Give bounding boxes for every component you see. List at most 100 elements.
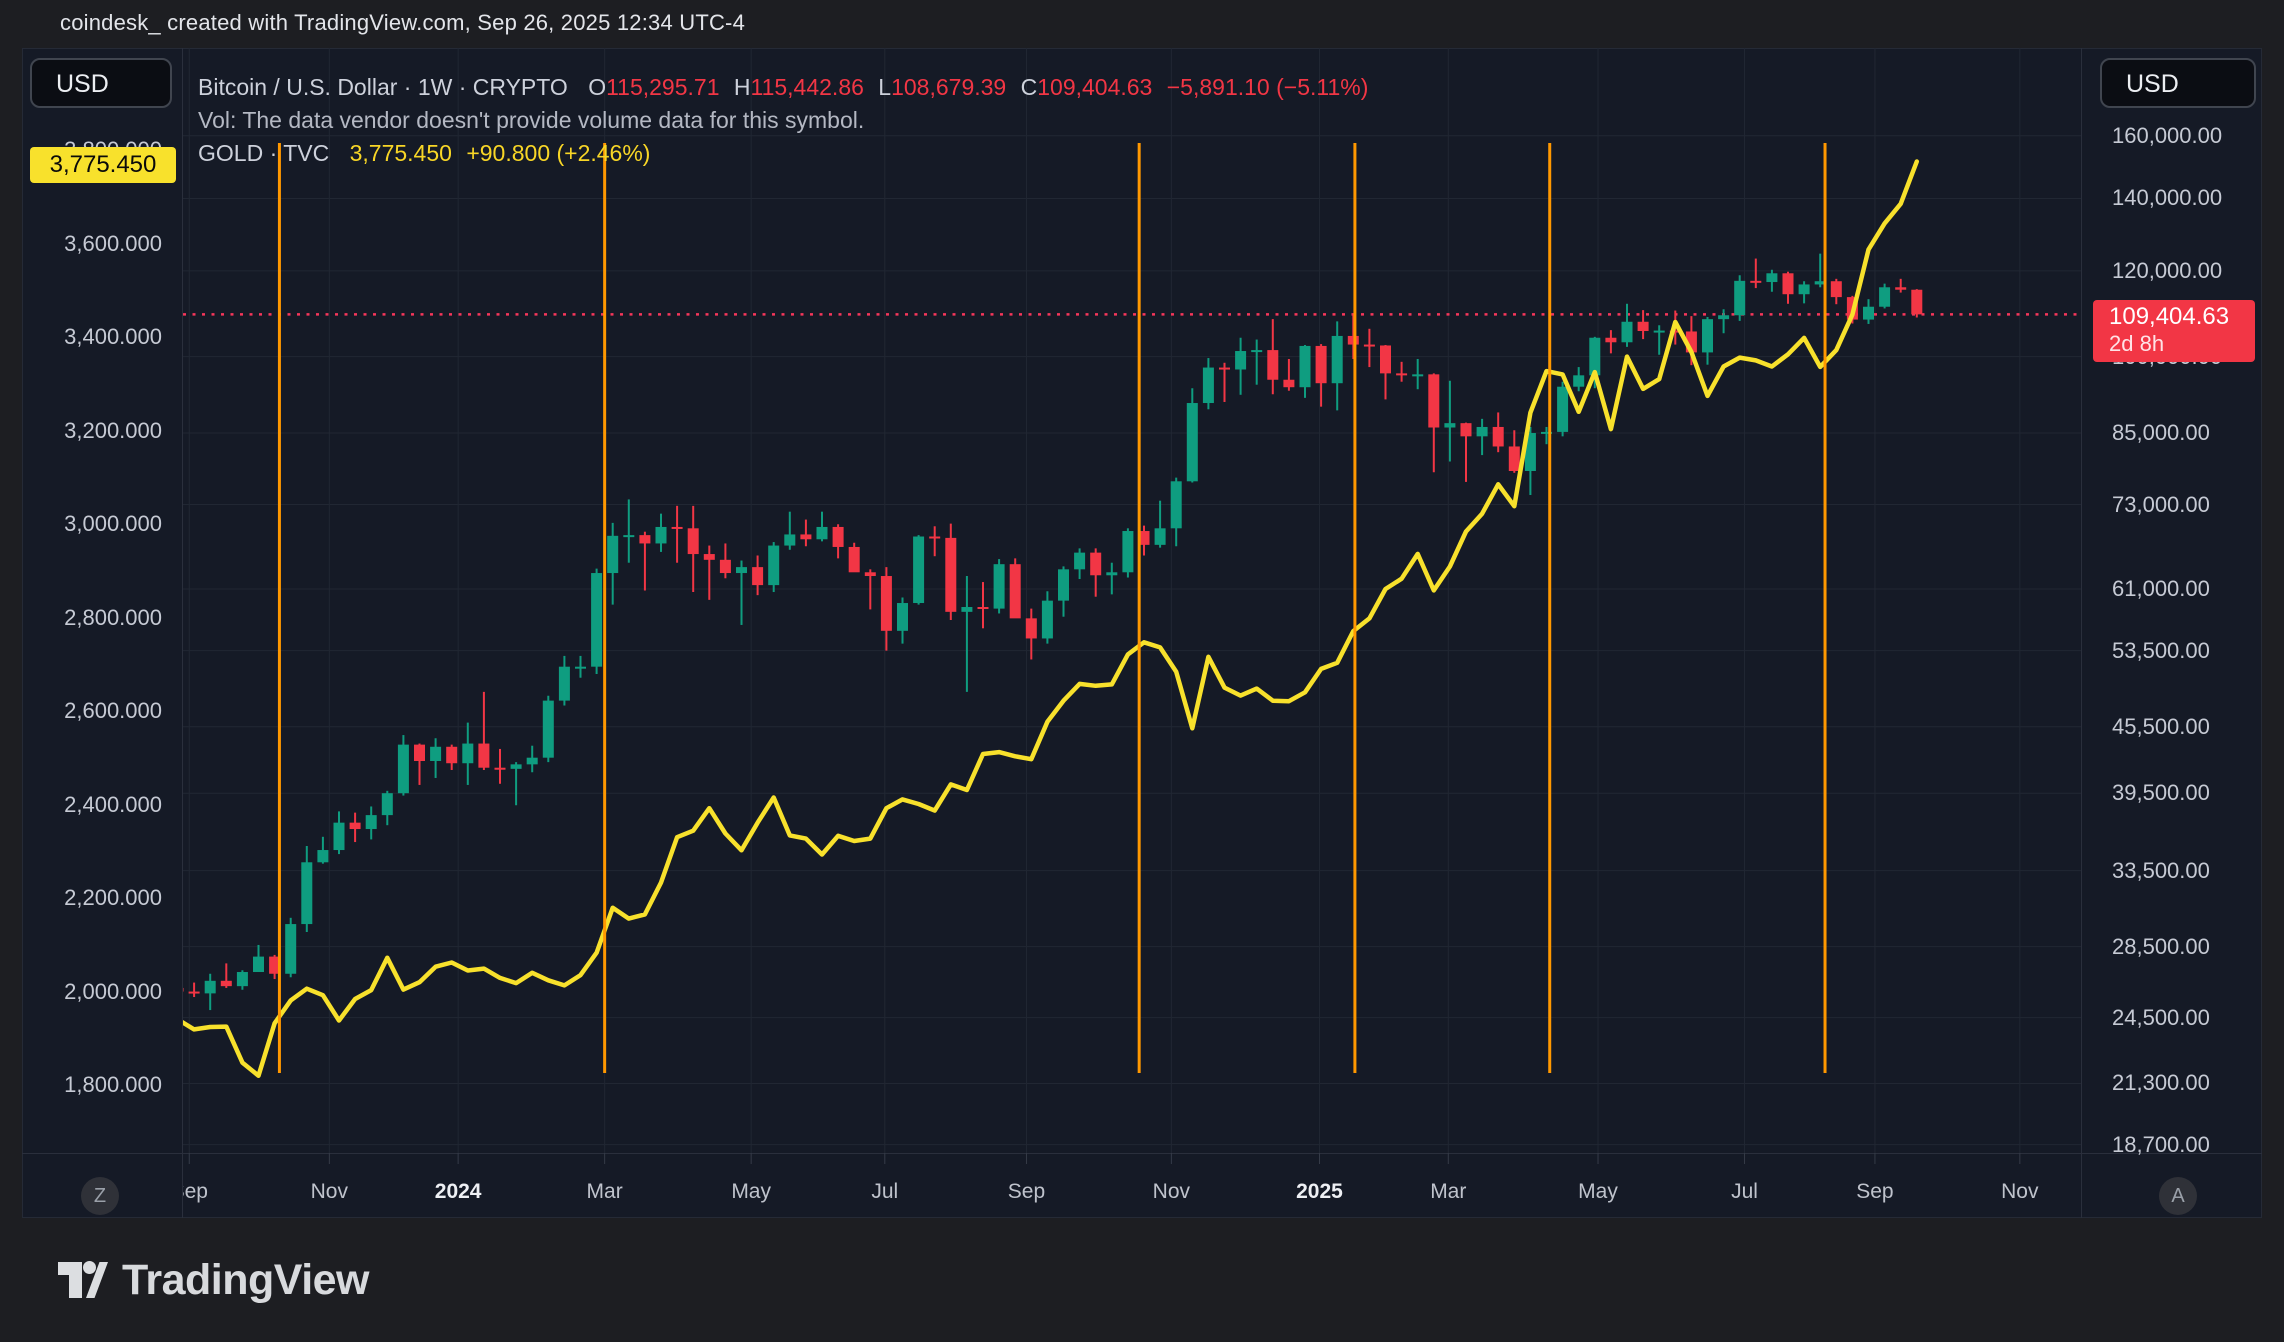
candle-body bbox=[945, 538, 956, 612]
candle-body bbox=[656, 527, 667, 543]
right-axis-currency-button[interactable]: USD bbox=[2100, 58, 2256, 108]
candle-body bbox=[1300, 346, 1311, 387]
candle-body bbox=[334, 823, 345, 850]
candle-body bbox=[1171, 481, 1182, 528]
tradingview-wordmark: TradingView bbox=[122, 1256, 369, 1305]
candle-body bbox=[1283, 380, 1294, 387]
candle-body bbox=[285, 924, 296, 974]
candle-body bbox=[897, 603, 908, 631]
candle-body bbox=[446, 747, 457, 763]
left-axis-tick: 1,800.000 bbox=[30, 1071, 162, 1099]
right-axis-tick: 120,000.00 bbox=[2112, 257, 2272, 285]
btc-last-price-value: 109,404.63 bbox=[2109, 303, 2255, 331]
time-axis-tick: Sep bbox=[183, 1180, 249, 1204]
candle-body bbox=[833, 527, 844, 547]
time-axis-tick: May bbox=[691, 1180, 811, 1204]
legend-high-value: 115,442.86 bbox=[751, 74, 864, 100]
legend-open-label: O bbox=[588, 74, 606, 100]
time-axis-tick: Mar bbox=[1388, 1180, 1508, 1204]
candle-body bbox=[301, 862, 312, 924]
right-axis-tick: 21,300.00 bbox=[2112, 1069, 2272, 1097]
candle-body bbox=[1702, 319, 1713, 352]
candle-body bbox=[1605, 338, 1616, 343]
right-axis-tick: 160,000.00 bbox=[2112, 122, 2272, 150]
legend-gold-symbol[interactable]: GOLD · TVC bbox=[198, 140, 329, 166]
time-axis[interactable]: SepNov2024MarMayJulSepNov2025MarMayJulSe… bbox=[183, 1166, 2081, 1218]
candle-body bbox=[817, 527, 828, 539]
time-axis-tick: Jul bbox=[1685, 1180, 1805, 1204]
left-axis-tick: 3,400.000 bbox=[30, 323, 162, 351]
candle-body bbox=[1412, 374, 1423, 376]
candle-body bbox=[961, 607, 972, 612]
candle-body bbox=[865, 572, 876, 576]
candle-body bbox=[1799, 284, 1810, 294]
time-axis-tick: May bbox=[1538, 1180, 1658, 1204]
candle-body bbox=[591, 573, 602, 667]
tradingview-logo[interactable]: TradingView bbox=[56, 1250, 369, 1310]
legend-low-value: 108,679.39 bbox=[891, 74, 1006, 100]
legend-low-label: L bbox=[878, 74, 891, 100]
candle-body bbox=[1042, 601, 1053, 639]
candle-body bbox=[1267, 350, 1278, 380]
candle-body bbox=[1734, 281, 1745, 315]
candle-body bbox=[1718, 315, 1729, 319]
legend-close-label: C bbox=[1021, 74, 1038, 100]
right-axis-tick: 18,700.00 bbox=[2112, 1131, 2272, 1159]
left-axis-tick: 2,800.000 bbox=[30, 604, 162, 632]
candle-body bbox=[1251, 350, 1262, 352]
candle-body bbox=[1122, 531, 1133, 572]
candle-body bbox=[1638, 322, 1649, 331]
candle-body bbox=[575, 667, 586, 669]
candle-body bbox=[1783, 273, 1794, 294]
time-axis-tick: Jul bbox=[825, 1180, 945, 1204]
legend-open-value: 115,295.71 bbox=[606, 74, 719, 100]
legend-row-gold[interactable]: GOLD · TVC 3,775.450 +90.800 (+2.46%) bbox=[198, 140, 650, 170]
candle-body bbox=[784, 534, 795, 545]
candle-body bbox=[752, 567, 763, 585]
auto-scale-button[interactable]: A bbox=[2159, 1177, 2197, 1215]
candle-body bbox=[1187, 403, 1198, 481]
legend-gold-value: 3,775.450 bbox=[350, 140, 452, 166]
left-axis-currency-button[interactable]: USD bbox=[30, 58, 172, 108]
time-axis-tick: 2025 bbox=[1259, 1180, 1379, 1204]
candle-body bbox=[478, 744, 489, 768]
candle-body bbox=[1573, 375, 1584, 386]
time-axis-tick: Sep bbox=[1815, 1180, 1935, 1204]
legend-row-btc[interactable]: Bitcoin / U.S. Dollar · 1W · CRYPTO O115… bbox=[198, 74, 1368, 104]
candle-body bbox=[1396, 373, 1407, 375]
candle-body bbox=[1750, 281, 1761, 283]
btc-last-price-label: 109,404.63 2d 8h bbox=[2093, 300, 2255, 362]
candle-body bbox=[511, 764, 522, 768]
candle-body bbox=[189, 992, 200, 994]
candle-body bbox=[1364, 345, 1375, 347]
gold-last-price-label: 3,775.450 bbox=[30, 147, 176, 183]
candle-body bbox=[849, 547, 860, 572]
candle-body bbox=[398, 745, 409, 794]
candle-body bbox=[881, 576, 892, 631]
candle-body bbox=[1203, 368, 1214, 403]
candle-body bbox=[1654, 331, 1665, 333]
legend-btc-symbol[interactable]: Bitcoin / U.S. Dollar · 1W · CRYPTO bbox=[198, 74, 568, 100]
candle-body bbox=[1493, 427, 1504, 447]
candle-body bbox=[1155, 528, 1166, 545]
candle-body bbox=[1831, 281, 1842, 297]
candle-body bbox=[205, 981, 216, 994]
zoom-out-button[interactable]: Z bbox=[81, 1177, 119, 1215]
candle-body bbox=[1589, 338, 1600, 376]
legend-high-label: H bbox=[734, 74, 751, 100]
candle-body bbox=[1895, 287, 1906, 289]
candle-body bbox=[1622, 322, 1633, 343]
candle-body bbox=[1461, 423, 1472, 436]
right-axis-tick: 85,000.00 bbox=[2112, 419, 2272, 447]
candle-body bbox=[317, 850, 328, 862]
candle-body bbox=[221, 981, 232, 986]
candle-body bbox=[929, 537, 940, 539]
candle-body bbox=[1332, 336, 1343, 383]
candle-body bbox=[1557, 387, 1568, 432]
candle-body bbox=[430, 747, 441, 761]
right-axis-tick: 61,000.00 bbox=[2112, 575, 2272, 603]
right-axis-tick: 39,500.00 bbox=[2112, 779, 2272, 807]
candle-body bbox=[382, 793, 393, 815]
candle-body bbox=[559, 667, 570, 701]
price-chart[interactable] bbox=[0, 0, 2284, 1342]
